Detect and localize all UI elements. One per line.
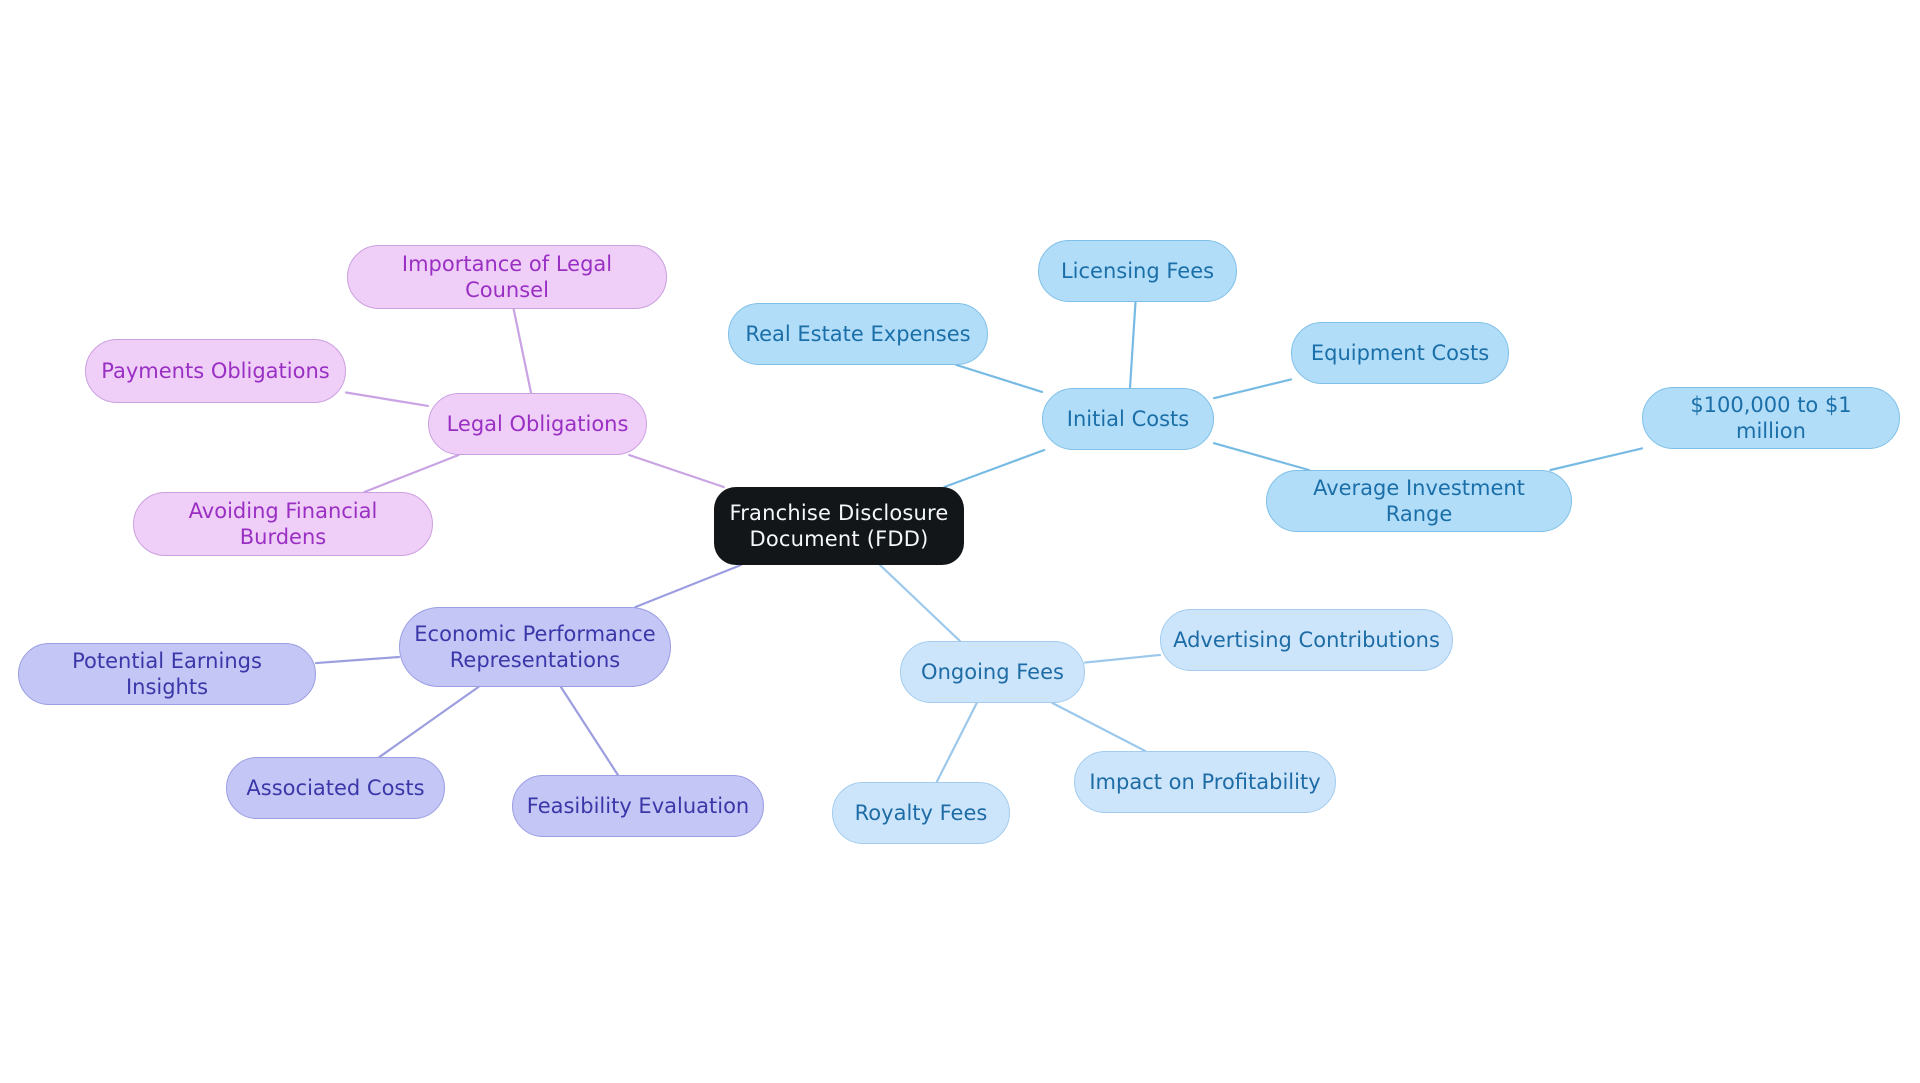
node-label: Payments Obligations	[101, 358, 330, 383]
mindmap-node-ongoing-fees[interactable]: Ongoing Fees	[900, 641, 1085, 703]
mindmap-node-associated-costs[interactable]: Associated Costs	[226, 757, 445, 819]
mindmap-edge	[1549, 447, 1644, 472]
node-label: Economic Performance Representations	[414, 621, 656, 672]
mindmap-node-equipment-costs[interactable]: Equipment Costs	[1291, 322, 1509, 384]
mindmap-edge	[935, 701, 978, 784]
mindmap-edge	[634, 563, 743, 609]
mindmap-node-licensing-fees[interactable]: Licensing Fees	[1038, 240, 1237, 302]
node-label: Licensing Fees	[1060, 258, 1215, 283]
mindmap-edge	[314, 655, 401, 665]
node-label: Franchise Disclosure Document (FDD)	[729, 500, 949, 551]
node-label: Feasibility Evaluation	[526, 793, 750, 818]
node-label: Equipment Costs	[1310, 340, 1490, 365]
mindmap-node-economic-performance-representations[interactable]: Economic Performance Representations	[399, 607, 671, 687]
mindmap-edge	[955, 363, 1044, 394]
mindmap-edge	[363, 453, 460, 494]
mindmap-edge	[1212, 378, 1293, 400]
mindmap-node-importance-of-legal-counsel[interactable]: Importance of Legal Counsel	[347, 245, 667, 309]
mindmap-edge	[628, 453, 725, 489]
mindmap-node-average-investment-range[interactable]: Average Investment Range	[1266, 470, 1572, 532]
node-label: Advertising Contributions	[1173, 627, 1440, 652]
node-label: Average Investment Range	[1313, 475, 1525, 526]
node-label: $100,000 to $1 million	[1690, 392, 1852, 443]
mindmap-node-initial-costs[interactable]: Initial Costs	[1042, 388, 1214, 450]
mindmap-edge	[1128, 300, 1137, 390]
mindmap-node-advertising-contributions[interactable]: Advertising Contributions	[1160, 609, 1453, 671]
node-label: Impact on Profitability	[1089, 769, 1321, 794]
node-label: Initial Costs	[1066, 406, 1190, 431]
mindmap-canvas: Franchise Disclosure Document (FDD) Legal…	[0, 0, 1920, 1083]
mindmap-edge	[512, 307, 533, 395]
mindmap-node-avoiding-financial-burdens[interactable]: Avoiding Financial Burdens	[133, 492, 433, 556]
mindmap-node-impact-on-profitability[interactable]: Impact on Profitability	[1074, 751, 1336, 813]
mindmap-node-investment-range-value[interactable]: $100,000 to $1 million	[1642, 387, 1900, 449]
mindmap-edge	[378, 685, 480, 759]
node-label: Legal Obligations	[446, 411, 629, 436]
mindmap-edge	[943, 448, 1046, 489]
mindmap-node-real-estate-expenses[interactable]: Real Estate Expenses	[728, 303, 988, 365]
node-label: Associated Costs	[246, 775, 425, 800]
node-label: Royalty Fees	[854, 800, 988, 825]
mindmap-node-legal-obligations[interactable]: Legal Obligations	[428, 393, 647, 455]
mindmap-edge	[878, 563, 962, 643]
mindmap-edge	[1051, 701, 1147, 753]
mindmap-edge	[559, 685, 620, 777]
mindmap-edge	[344, 391, 430, 408]
node-label: Importance of Legal Counsel	[401, 251, 613, 302]
node-label: Avoiding Financial Burdens	[188, 498, 378, 549]
mindmap-node-royalty-fees[interactable]: Royalty Fees	[832, 782, 1010, 844]
node-label: Real Estate Expenses	[745, 321, 971, 346]
node-label: Potential Earnings Insights	[72, 648, 262, 699]
mindmap-node-feasibility-evaluation[interactable]: Feasibility Evaluation	[512, 775, 764, 837]
node-label: Ongoing Fees	[921, 659, 1064, 684]
mindmap-node-payments-obligations[interactable]: Payments Obligations	[85, 339, 346, 403]
mindmap-edge	[1083, 653, 1162, 664]
mindmap-node-potential-earnings-insights[interactable]: Potential Earnings Insights	[18, 643, 316, 705]
mindmap-root-node[interactable]: Franchise Disclosure Document (FDD)	[714, 487, 964, 565]
mindmap-edge	[1212, 442, 1311, 472]
